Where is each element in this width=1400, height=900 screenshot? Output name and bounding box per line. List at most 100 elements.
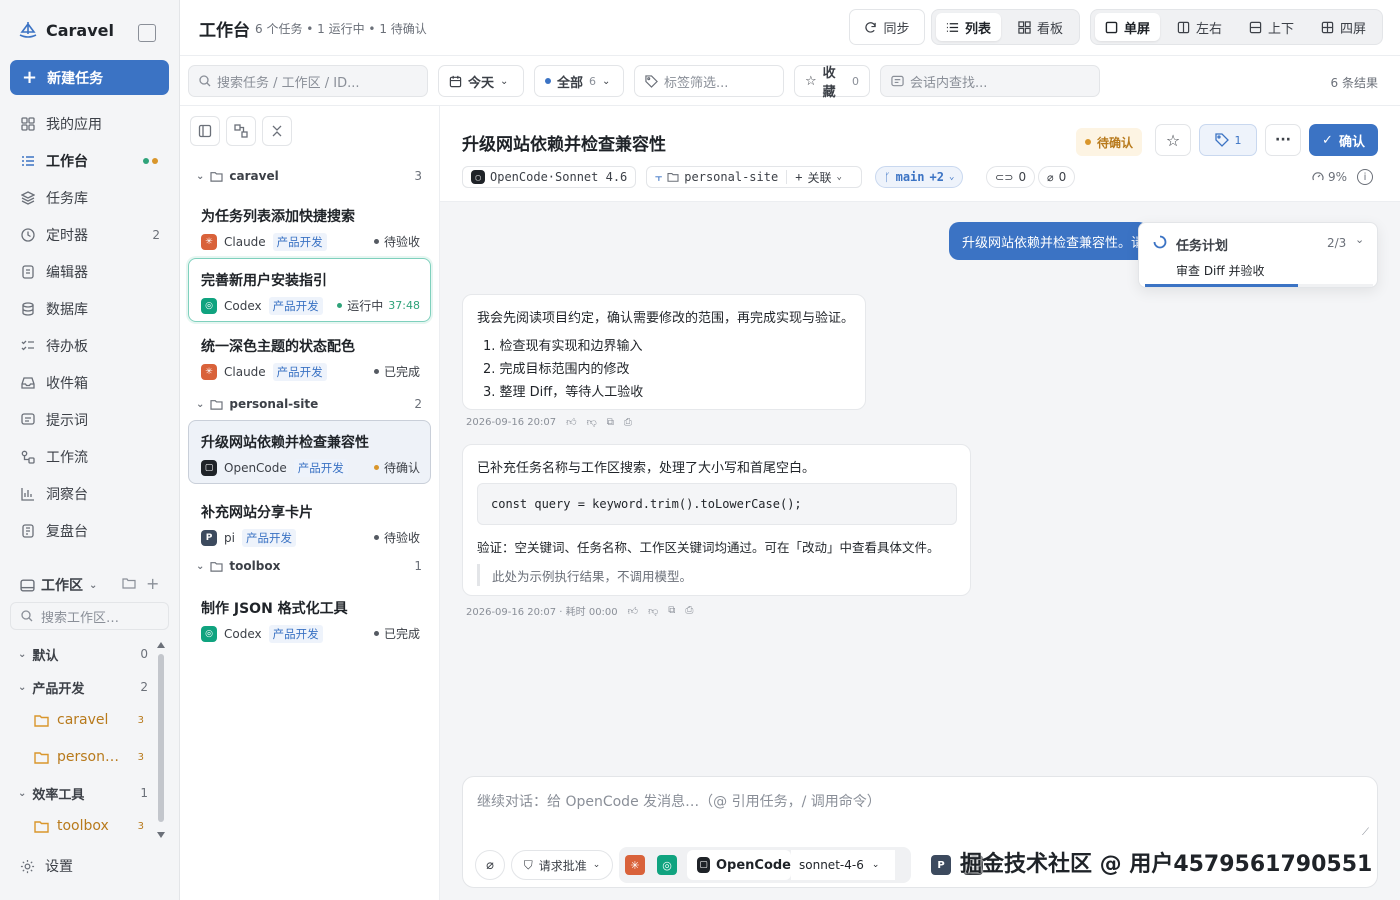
- sidebar-item-database[interactable]: 数据库: [10, 294, 170, 324]
- confirm-button[interactable]: ✓ 确认: [1309, 124, 1378, 156]
- task-plan-popup[interactable]: 任务计划 2/3 ⌄ 审查 Diff 并验收: [1138, 222, 1378, 288]
- workspace-add-icon[interactable]: +: [146, 574, 159, 593]
- list-icon: [20, 153, 36, 169]
- folder-icon: [34, 714, 49, 727]
- conversation-search-placeholder: 会话内查找...: [910, 75, 988, 91]
- share-icon[interactable]: ⎙: [685, 605, 693, 616]
- editor-icon: [20, 264, 36, 280]
- sidebar-item-review[interactable]: 复盘台: [10, 516, 170, 546]
- plan-progress: 2/3: [1327, 236, 1347, 250]
- workspace-header[interactable]: 工作区 ⌄: [20, 575, 97, 595]
- view-board-tab[interactable]: 看板: [1008, 13, 1073, 41]
- model-chip[interactable]: ▢ OpenCode·Sonnet 4.6: [462, 166, 637, 188]
- tags-button[interactable]: 1: [1199, 124, 1257, 156]
- thumbs-down-icon[interactable]: 👎︎: [587, 416, 597, 428]
- composer-input[interactable]: 继续对话：给 OpenCode 发消息…（@ 引用任务，/ 调用命令）: [477, 791, 1357, 841]
- task-card[interactable]: 补充网站分享卡片 Ppi 产品开发 待验收: [188, 490, 431, 554]
- workspace-search-input[interactable]: 搜索工作区…: [10, 602, 169, 630]
- new-task-button[interactable]: + 新建任务: [10, 60, 169, 95]
- agent-opencode-tab[interactable]: ▢ OpenCode: [687, 850, 791, 880]
- sidebar-item-editor[interactable]: 编辑器: [10, 257, 170, 287]
- layout-single-tab[interactable]: 单屏: [1095, 13, 1161, 41]
- codex-icon[interactable]: ◎: [657, 855, 677, 875]
- pi-icon[interactable]: P: [931, 855, 951, 875]
- sidebar-item-insights[interactable]: 洞察台: [10, 479, 170, 509]
- layout-tb-tab[interactable]: 上下: [1239, 13, 1304, 41]
- sidebar-item-label: 定时器: [46, 228, 88, 244]
- copy-icon[interactable]: ⧉: [607, 417, 614, 428]
- check-icon: ✓: [1322, 132, 1333, 148]
- paperclip-icon: ⌀: [486, 857, 494, 873]
- thumbs-up-icon[interactable]: 👍︎: [566, 416, 576, 428]
- task-group-name: toolbox: [229, 559, 281, 573]
- branch-root-icon: ⫟: [655, 169, 663, 184]
- branch-chip[interactable]: ᚴ main +2 ⌄: [875, 166, 964, 188]
- task-group-personal-site[interactable]: ⌄ personal-site 2: [196, 394, 422, 414]
- grid-icon: [20, 116, 36, 132]
- group-icon[interactable]: [226, 116, 256, 146]
- task-card[interactable]: 统一深色主题的状态配色 ✳ Claude 产品开发 已完成: [188, 324, 431, 388]
- sidebar-item-apps[interactable]: 我的应用: [10, 109, 170, 139]
- more-button[interactable]: ···: [1265, 124, 1301, 156]
- tree-leaf-personal[interactable]: person… 3: [34, 745, 144, 769]
- task-agent: Codex: [224, 627, 262, 641]
- attach-button[interactable]: ⌀: [475, 850, 505, 880]
- attachments-chip[interactable]: ⌀ 0: [1038, 166, 1076, 188]
- approval-select[interactable]: ⛉ 请求批准 ⌄: [511, 850, 613, 880]
- sidebar-item-label: 任务库: [46, 191, 88, 207]
- tree-leaf-caravel[interactable]: caravel 3: [34, 708, 144, 732]
- folder-icon: [34, 820, 49, 833]
- task-tag: 产品开发: [241, 529, 296, 547]
- sidebar-item-timer[interactable]: 定时器 2: [10, 220, 170, 250]
- scope-filter[interactable]: 全部 6 ⌄: [534, 65, 624, 97]
- view-list-tab[interactable]: 列表: [936, 13, 1002, 41]
- message-text: 已补充任务名称与工作区搜索，处理了大小写和首尾空白。: [477, 461, 816, 476]
- tree-group-product[interactable]: ⌄ 产品开发 2: [18, 675, 148, 699]
- layout-four-tab[interactable]: 四屏: [1311, 13, 1376, 41]
- task-search-input[interactable]: 搜索任务 / 工作区 / ID...: [188, 65, 428, 97]
- conversation-search-input[interactable]: 会话内查找...: [880, 65, 1100, 97]
- favorite-button[interactable]: ☆: [1155, 124, 1191, 156]
- layout-lr-tab[interactable]: 左右: [1167, 13, 1232, 41]
- settings-button[interactable]: 设置: [20, 856, 73, 876]
- tree-group-default[interactable]: ⌄ 默认 0: [18, 642, 148, 666]
- sidebar-item-todo[interactable]: 待办板: [10, 331, 170, 361]
- tree-leaf-toolbox[interactable]: toolbox 3: [34, 814, 144, 838]
- info-icon[interactable]: i: [1357, 169, 1373, 185]
- sidebar-item-prompts[interactable]: 提示词: [10, 405, 170, 435]
- brand-name: Caravel: [46, 20, 114, 40]
- sidebar-scrollbar[interactable]: [157, 642, 165, 838]
- links-chip[interactable]: ⊂⊃ 0: [986, 166, 1036, 188]
- task-group-toolbox[interactable]: ⌄ toolbox 1: [196, 556, 422, 576]
- panel-toggle-icon[interactable]: [190, 116, 220, 146]
- favorites-filter[interactable]: ☆ 收藏 0: [794, 65, 870, 100]
- task-group-name: personal-site: [229, 397, 319, 411]
- model-select[interactable]: sonnet-4-6 ⌄: [791, 850, 895, 880]
- sidebar-collapse-icon[interactable]: [138, 24, 156, 42]
- thumbs-up-icon[interactable]: 👍︎: [628, 605, 638, 617]
- collapse-all-icon[interactable]: [262, 116, 292, 146]
- task-card-selected[interactable]: 升级网站依赖并检查兼容性 ▢ OpenCode 产品开发 待确认: [188, 420, 431, 484]
- resize-handle-icon[interactable]: ⟋: [1362, 827, 1369, 838]
- date-filter[interactable]: 今天 ⌄: [438, 65, 524, 97]
- task-group-caravel[interactable]: ⌄ caravel 3: [196, 166, 422, 186]
- copy-icon[interactable]: ⧉: [668, 605, 675, 616]
- sidebar-item-inbox[interactable]: 收件箱: [10, 368, 170, 398]
- chevron-down-icon: ⌄: [196, 560, 205, 572]
- task-card[interactable]: 完善新用户安装指引 ◎ Codex 产品开发 运行中 37:48: [188, 258, 431, 322]
- task-card[interactable]: 为任务列表添加快捷搜索 ✳ Claude 产品开发 待验收: [188, 194, 431, 258]
- sync-button[interactable]: 同步: [849, 9, 925, 45]
- thumbs-down-icon[interactable]: 👎︎: [648, 605, 658, 617]
- task-card[interactable]: 制作 JSON 格式化工具 ◎ Codex 产品开发 已完成: [188, 586, 431, 650]
- claude-icon[interactable]: ✳: [625, 855, 645, 875]
- sidebar-item-workbench[interactable]: 工作台: [10, 146, 170, 176]
- brand[interactable]: Caravel: [18, 20, 114, 40]
- tag-filter[interactable]: 标签筛选...: [634, 65, 784, 97]
- share-icon[interactable]: ⎙: [624, 417, 632, 428]
- workspace-folder-add-icon[interactable]: [122, 576, 136, 590]
- sidebar-item-task-library[interactable]: 任务库: [10, 183, 170, 213]
- tree-group-tools[interactable]: ⌄ 效率工具 1: [18, 781, 148, 805]
- sidebar-item-workflow[interactable]: 工作流: [10, 442, 170, 472]
- workspace-chip[interactable]: ⫟ personal-site + 关联 ⌄: [646, 166, 862, 188]
- user-message: 升级网站依赖并检查兼容性。请: [949, 222, 1149, 260]
